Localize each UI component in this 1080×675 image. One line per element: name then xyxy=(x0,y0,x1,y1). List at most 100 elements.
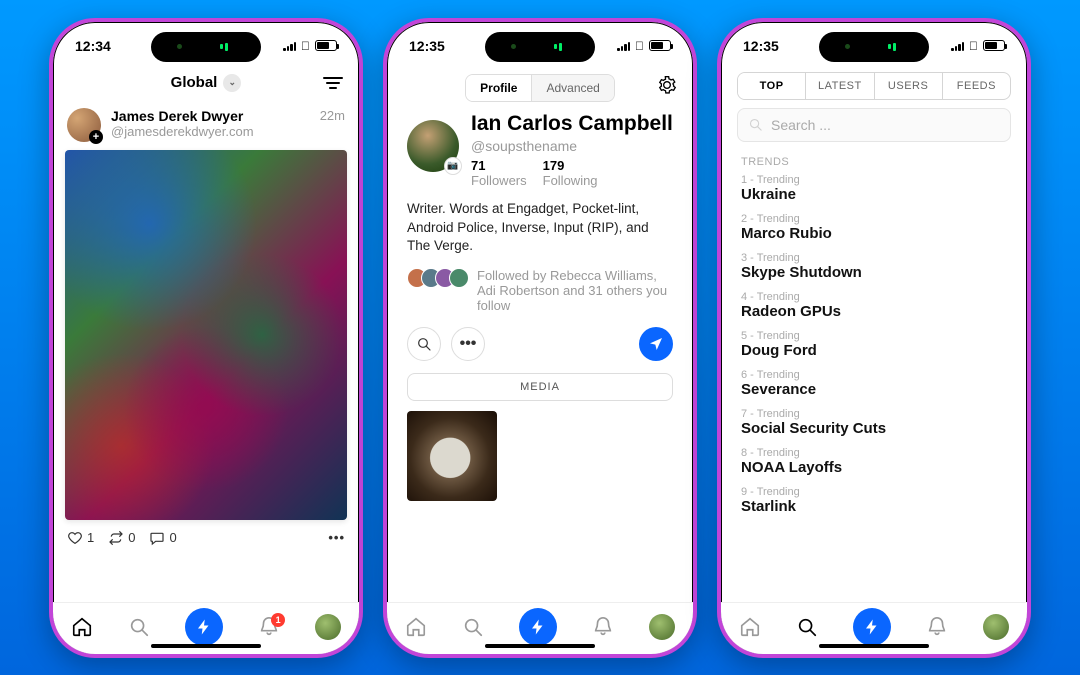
filter-icon[interactable] xyxy=(323,77,343,89)
segment-profile[interactable]: Profile xyxy=(466,75,531,101)
more-icon[interactable]: ••• xyxy=(328,530,345,545)
trend-item[interactable]: 4 - TrendingRadeon GPUs xyxy=(741,291,1007,320)
wifi-icon: 􀙇 xyxy=(301,39,310,53)
clock: 12:35 xyxy=(743,38,779,54)
tab-search[interactable] xyxy=(462,616,484,638)
trend-item[interactable]: 6 - TrendingSeverance xyxy=(741,369,1007,398)
more-button[interactable]: ••• xyxy=(451,327,485,361)
trend-item[interactable]: 8 - TrendingNOAA Layoffs xyxy=(741,447,1007,476)
trend-item[interactable]: 2 - TrendingMarco Rubio xyxy=(741,213,1007,242)
trend-rank: 4 - Trending xyxy=(741,291,1007,303)
chevron-down-icon: ⌄ xyxy=(223,74,241,92)
trend-rank: 6 - Trending xyxy=(741,369,1007,381)
trend-name: NOAA Layoffs xyxy=(741,459,1007,476)
trend-name: Radeon GPUs xyxy=(741,303,1007,320)
author-handle: @jamesderekdwyer.com xyxy=(111,124,254,139)
search-button[interactable] xyxy=(407,327,441,361)
author-name: James Derek Dwyer xyxy=(111,108,254,124)
trend-rank: 7 - Trending xyxy=(741,408,1007,420)
search-input[interactable]: Search ... xyxy=(737,108,1011,142)
add-icon[interactable]: + xyxy=(89,130,103,144)
gear-icon[interactable] xyxy=(657,75,677,100)
profile-avatar[interactable]: 📷 xyxy=(407,120,459,172)
comment-button[interactable]: 0 xyxy=(149,530,176,546)
profile-segmented-control[interactable]: Profile Advanced xyxy=(465,74,615,102)
media-button[interactable]: MEDIA xyxy=(407,373,673,401)
trend-rank: 1 - Trending xyxy=(741,174,1007,186)
wifi-icon: 􀙇 xyxy=(969,39,978,53)
tab-bolt[interactable] xyxy=(519,608,557,646)
wifi-icon: 􀙇 xyxy=(635,39,644,53)
trend-rank: 3 - Trending xyxy=(741,252,1007,264)
trend-item[interactable]: 7 - TrendingSocial Security Cuts xyxy=(741,408,1007,437)
home-indicator xyxy=(485,644,595,648)
camera-icon[interactable]: 📷 xyxy=(444,157,462,175)
trend-name: Social Security Cuts xyxy=(741,420,1007,437)
battery-icon xyxy=(983,40,1005,51)
repost-button[interactable]: 0 xyxy=(108,530,135,546)
clock: 12:34 xyxy=(75,38,111,54)
tab-latest[interactable]: LATEST xyxy=(805,73,873,99)
trend-name: Ukraine xyxy=(741,186,1007,203)
phone-trends: 12:35 􀙇 TOP LATEST USERS FEEDS Search ..… xyxy=(717,18,1031,658)
tab-feeds[interactable]: FEEDS xyxy=(942,73,1010,99)
home-indicator xyxy=(151,644,261,648)
tab-home[interactable] xyxy=(71,616,93,638)
battery-icon xyxy=(649,40,671,51)
tab-profile[interactable] xyxy=(315,614,341,640)
tab-profile[interactable] xyxy=(649,614,675,640)
trend-item[interactable]: 1 - TrendingUkraine xyxy=(741,174,1007,203)
trend-list: 1 - TrendingUkraine 2 - TrendingMarco Rub… xyxy=(721,174,1027,515)
tab-top[interactable]: TOP xyxy=(738,73,805,99)
trend-name: Skype Shutdown xyxy=(741,264,1007,281)
dynamic-island xyxy=(151,32,261,62)
tab-home[interactable] xyxy=(405,616,427,638)
trend-rank: 9 - Trending xyxy=(741,486,1007,498)
tab-users[interactable]: USERS xyxy=(874,73,942,99)
facepile xyxy=(407,268,469,313)
segment-advanced[interactable]: Advanced xyxy=(531,75,613,101)
profile-bio: Writer. Words at Engadget, Pocket-lint, … xyxy=(387,192,693,265)
tab-bolt[interactable] xyxy=(185,608,223,646)
tab-notifications[interactable] xyxy=(926,616,948,638)
search-icon xyxy=(748,117,763,132)
tab-search[interactable] xyxy=(128,616,150,638)
tab-bolt[interactable] xyxy=(853,608,891,646)
followers-stat[interactable]: 71Followers xyxy=(471,158,527,188)
tab-profile[interactable] xyxy=(983,614,1009,640)
post-time: 22m xyxy=(320,108,345,142)
send-button[interactable] xyxy=(639,327,673,361)
tab-home[interactable] xyxy=(739,616,761,638)
trend-rank: 5 - Trending xyxy=(741,330,1007,342)
notification-badge: 1 xyxy=(271,613,285,627)
tab-notifications[interactable] xyxy=(592,616,614,638)
dynamic-island xyxy=(485,32,595,62)
following-stat[interactable]: 179Following xyxy=(543,158,598,188)
phone-feed: 12:34 􀙇 Global ⌄ + James Derek Dwyer @ja… xyxy=(49,18,363,658)
trend-name: Starlink xyxy=(741,498,1007,515)
trend-item[interactable]: 5 - TrendingDoug Ford xyxy=(741,330,1007,359)
trend-name: Severance xyxy=(741,381,1007,398)
profile-handle: @soupsthename xyxy=(471,138,673,154)
tab-notifications[interactable]: 1 xyxy=(258,616,280,638)
followed-by[interactable]: Followed by Rebecca Williams, Adi Robert… xyxy=(387,264,693,317)
trend-name: Marco Rubio xyxy=(741,225,1007,242)
like-button[interactable]: 1 xyxy=(67,530,94,546)
trends-header: TRENDS xyxy=(721,152,1027,174)
trend-rank: 2 - Trending xyxy=(741,213,1007,225)
trend-item[interactable]: 9 - TrendingStarlink xyxy=(741,486,1007,515)
trend-rank: 8 - Trending xyxy=(741,447,1007,459)
post-image[interactable] xyxy=(65,150,347,520)
search-tabs: TOP LATEST USERS FEEDS xyxy=(737,72,1011,100)
feed-selector[interactable]: Global ⌄ xyxy=(89,74,323,92)
clock: 12:35 xyxy=(409,38,445,54)
home-indicator xyxy=(819,644,929,648)
phone-profile: 12:35 􀙇 Profile Advanced 📷 Ian Carlos Ca… xyxy=(383,18,697,658)
avatar[interactable]: + xyxy=(67,108,101,142)
trend-item[interactable]: 3 - TrendingSkype Shutdown xyxy=(741,252,1007,281)
tab-search[interactable] xyxy=(796,616,818,638)
post-header[interactable]: + James Derek Dwyer @jamesderekdwyer.com… xyxy=(53,100,359,150)
trend-name: Doug Ford xyxy=(741,342,1007,359)
media-thumbnail[interactable] xyxy=(407,411,497,501)
battery-icon xyxy=(315,40,337,51)
